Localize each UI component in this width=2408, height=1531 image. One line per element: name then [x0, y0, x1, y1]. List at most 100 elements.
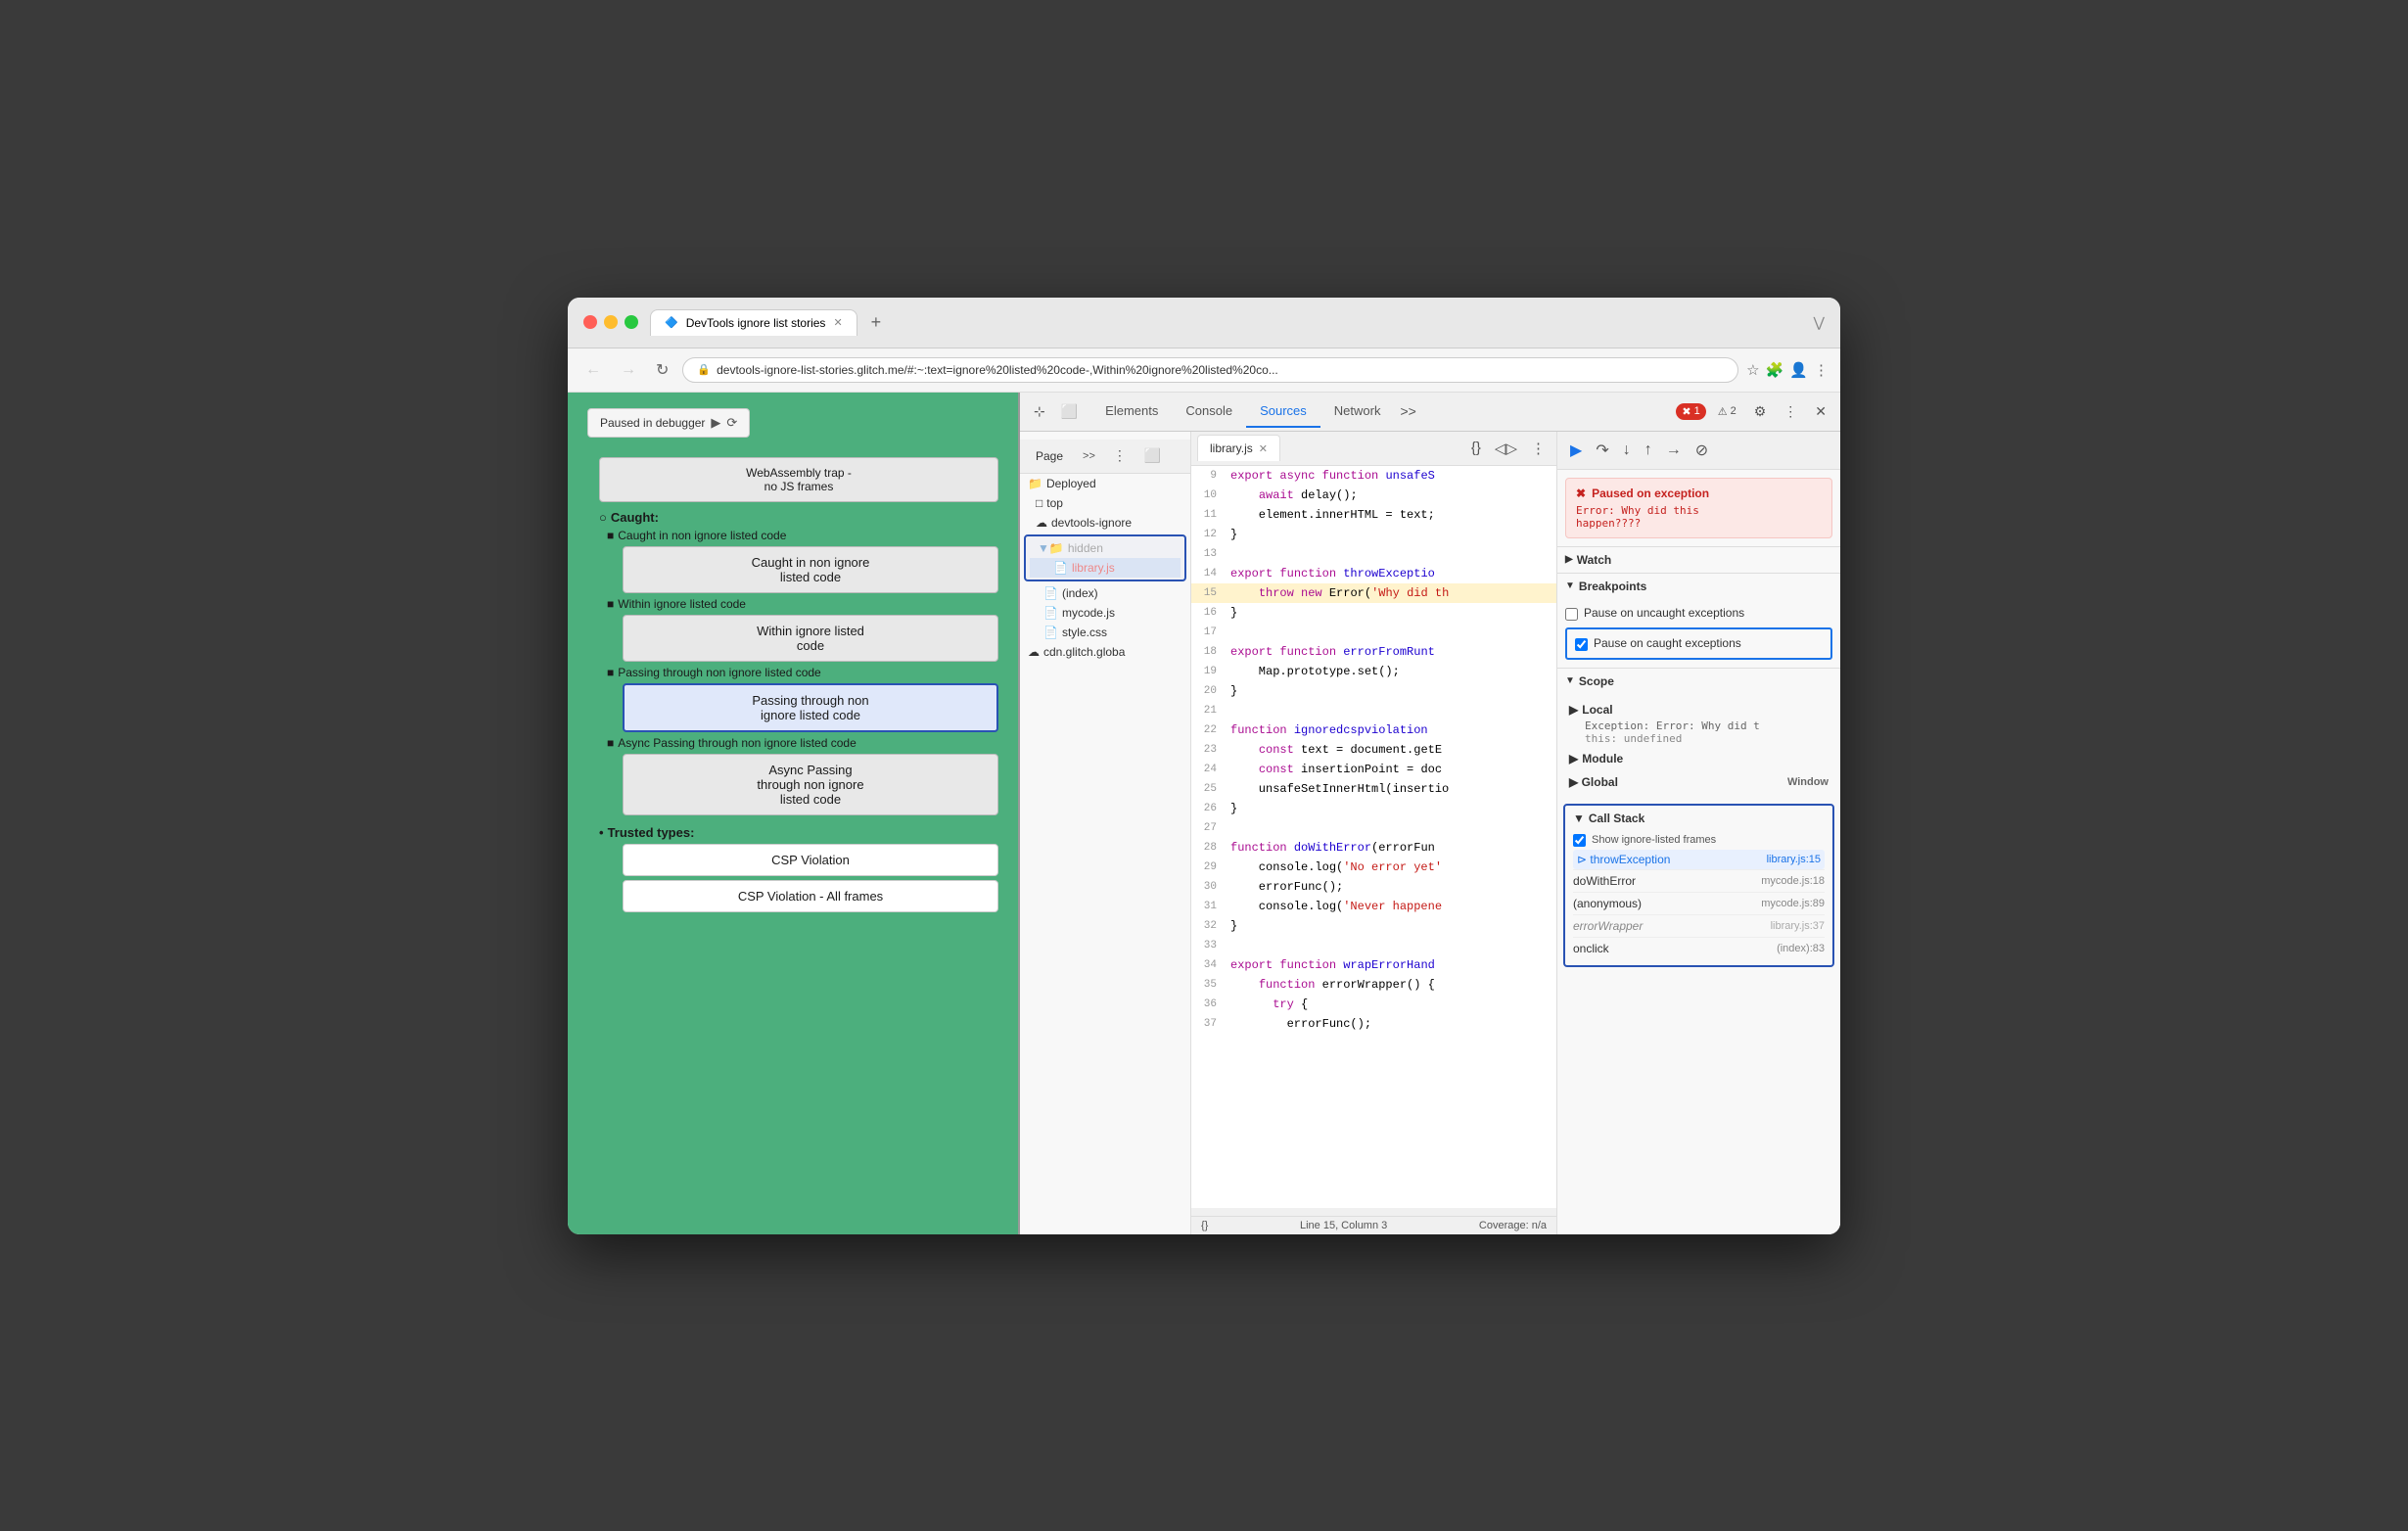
caught-non-ignore-btn[interactable]: Caught in non ignorelisted code: [623, 546, 998, 593]
code-line: 35 function errorWrapper() {: [1191, 975, 1556, 995]
webassembly-btn[interactable]: WebAssembly trap -no JS frames: [599, 457, 998, 502]
source-editor: library.js ✕ {} ◁▷ ⋮ 9 export: [1191, 432, 1556, 1234]
forward-button[interactable]: →: [615, 357, 642, 383]
url-bar[interactable]: 🔒 devtools-ignore-list-stories.glitch.me…: [682, 357, 1738, 383]
code-line: 22 function ignoredcspviolation: [1191, 720, 1556, 740]
call-stack-item-anonymous[interactable]: (anonymous) mycode.js:89: [1573, 892, 1825, 914]
more-options-icon[interactable]: ⋮: [1778, 399, 1803, 424]
page-list: WebAssembly trap -no JS frames ○ Caught:…: [587, 457, 998, 912]
csp-violation-all-btn[interactable]: CSP Violation - All frames: [623, 880, 998, 912]
step-btn[interactable]: →: [1661, 439, 1687, 462]
scope-section-title[interactable]: ▼ Scope: [1557, 668, 1840, 694]
call-stack-section: ▼ Call Stack Show ignore-listed frames ⊳…: [1563, 804, 1834, 967]
call-stack-header[interactable]: ▼ Call Stack: [1573, 812, 1825, 825]
call-stack-item-throw-exception[interactable]: ⊳ throwException library.js:15: [1573, 850, 1825, 869]
profile-icon[interactable]: 👤: [1789, 361, 1808, 379]
caught-header: ○ Caught:: [599, 510, 998, 525]
deactivate-breakpoints-btn[interactable]: ⊘: [1690, 438, 1713, 463]
call-stack-item-do-with-error[interactable]: doWithError mycode.js:18: [1573, 869, 1825, 892]
toggle-sidebar-btn[interactable]: ⬜: [1138, 443, 1167, 468]
source-tab-close[interactable]: ✕: [1259, 442, 1268, 455]
code-line: 19 Map.prototype.set();: [1191, 662, 1556, 681]
watch-section-title[interactable]: ▶ Watch: [1557, 546, 1840, 573]
step-icon[interactable]: ⟳: [726, 415, 737, 431]
module-scope-header[interactable]: ▶ Module: [1565, 747, 1832, 770]
show-ignore-checkbox[interactable]: [1573, 834, 1586, 847]
toggle-sources-btn[interactable]: ◁▷: [1490, 437, 1522, 460]
tab-close-icon[interactable]: ✕: [833, 316, 842, 329]
triangle-icon: ▶: [1569, 775, 1578, 789]
tab-elements[interactable]: Elements: [1091, 395, 1172, 428]
exception-detail: Exception: Error: Why did t this: undefi…: [1569, 719, 1829, 745]
passing-through-btn[interactable]: Passing through nonignore listed code: [623, 683, 998, 732]
global-scope-header[interactable]: ▶ Global Window: [1565, 770, 1832, 794]
new-tab-button[interactable]: +: [865, 310, 888, 335]
file-tree-options-btn[interactable]: ⋮: [1107, 443, 1133, 468]
pause-caught-item: Pause on caught exceptions: [1565, 627, 1832, 660]
tab-sources[interactable]: Sources: [1246, 395, 1320, 428]
resume-icon[interactable]: ▶: [711, 415, 720, 431]
back-button[interactable]: ←: [579, 357, 607, 383]
async-passing-btn[interactable]: Async Passingthrough non ignorelisted co…: [623, 754, 998, 815]
browser-window: 🔷 DevTools ignore list stories ✕ + ⋁ ← →…: [568, 298, 1840, 1234]
pause-uncaught-checkbox[interactable]: [1565, 608, 1578, 621]
window-controls: ⋁: [1814, 314, 1825, 331]
resume-execution-btn[interactable]: ▶: [1565, 438, 1587, 463]
device-toolbar-btn[interactable]: ⬜: [1055, 399, 1084, 424]
step-out-btn[interactable]: ↑: [1640, 439, 1657, 462]
close-devtools-btn[interactable]: ✕: [1809, 399, 1832, 424]
file-tree-cdn-glitch[interactable]: ☁ cdn.glitch.globa: [1020, 642, 1190, 662]
tab-network[interactable]: Network: [1320, 395, 1395, 428]
call-stack-item-error-wrapper[interactable]: errorWrapper library.js:37: [1573, 914, 1825, 937]
code-line: 32 }: [1191, 916, 1556, 936]
bookmark-icon[interactable]: ☆: [1746, 361, 1759, 379]
file-tree-library-js[interactable]: 📄 library.js: [1030, 558, 1181, 578]
devtools-panel: ⊹ ⬜ Elements Console Sources Network: [1018, 393, 1840, 1234]
file-tree-top[interactable]: □ top: [1020, 493, 1190, 513]
minimize-button[interactable]: [604, 315, 618, 329]
more-sources-btn[interactable]: ⋮: [1526, 437, 1551, 460]
within-ignore-btn[interactable]: Within ignore listedcode: [623, 615, 998, 662]
extensions-icon[interactable]: 🧩: [1766, 361, 1784, 379]
horizontal-scrollbar[interactable]: [1191, 1208, 1556, 1216]
reload-button[interactable]: ↻: [650, 356, 674, 384]
nav-bar: ← → ↻ 🔒 devtools-ignore-list-stories.gli…: [568, 348, 1840, 393]
maximize-button[interactable]: [625, 315, 638, 329]
debugger-panel: ▶ ↷ ↓ ↑ → ⊘ ✖ Paused on exception: [1556, 432, 1840, 1234]
settings-icon[interactable]: ⋮: [1814, 361, 1829, 379]
source-tab-library-js[interactable]: library.js ✕: [1197, 435, 1280, 461]
page-nav-label[interactable]: Page: [1028, 446, 1071, 466]
settings-gear-icon[interactable]: ⚙: [1748, 399, 1773, 424]
code-line: 12 }: [1191, 525, 1556, 544]
file-tree-index[interactable]: 📄 (index): [1020, 583, 1190, 603]
code-line: 28 function doWithError(errorFun: [1191, 838, 1556, 858]
source-controls: {} ◁▷ ⋮: [1466, 437, 1551, 460]
more-pages-btn[interactable]: >>: [1077, 446, 1101, 466]
csp-violation-btn[interactable]: CSP Violation: [623, 844, 998, 876]
folder-icon-hidden: ▼📁: [1038, 541, 1064, 555]
code-line: 18 export function errorFromRunt: [1191, 642, 1556, 662]
step-over-btn[interactable]: ↷: [1591, 438, 1613, 463]
step-into-btn[interactable]: ↓: [1618, 439, 1636, 462]
deployed-icon: 📁: [1028, 477, 1042, 490]
format-btn[interactable]: {}: [1466, 437, 1486, 459]
file-tree-deployed[interactable]: 📁 Deployed: [1020, 474, 1190, 493]
inspect-element-btn[interactable]: ⊹: [1028, 399, 1051, 424]
file-tree-devtools-ignore[interactable]: ☁ devtools-ignore: [1020, 513, 1190, 533]
tab-console[interactable]: Console: [1172, 395, 1246, 428]
breakpoints-section-title[interactable]: ▼ Breakpoints: [1557, 573, 1840, 599]
call-stack-item-onclick[interactable]: onclick (index):83: [1573, 937, 1825, 959]
code-line: 11 element.innerHTML = text;: [1191, 505, 1556, 525]
file-tree-style-css[interactable]: 📄 style.css: [1020, 623, 1190, 642]
file-tree-mycode-js[interactable]: 📄 mycode.js: [1020, 603, 1190, 623]
close-button[interactable]: [583, 315, 597, 329]
call-stack-loc: library.js:37: [1771, 920, 1825, 932]
pause-caught-checkbox[interactable]: [1575, 638, 1588, 651]
call-stack-fn-name: ⊳ throwException: [1577, 853, 1670, 866]
browser-tab[interactable]: 🔷 DevTools ignore list stories ✕: [650, 309, 857, 336]
paused-banner: Paused in debugger ▶ ⟳: [587, 408, 750, 438]
local-scope-header[interactable]: ▶ Local Exception: Error: Why did t this…: [1565, 698, 1832, 747]
more-tabs-btn[interactable]: >>: [1394, 399, 1421, 423]
file-tree-hidden-folder[interactable]: ▼📁 hidden: [1030, 538, 1181, 558]
exception-title: ✖ Paused on exception: [1576, 487, 1822, 500]
